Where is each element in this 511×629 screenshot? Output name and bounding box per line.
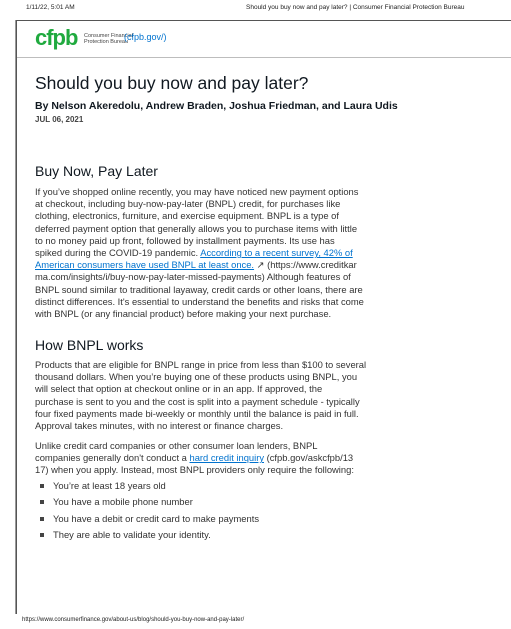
text-line: If you’ve shopped online recently, you m… <box>35 186 359 197</box>
print-timestamp: 1/11/22, 5:01 AM <box>26 4 75 11</box>
print-header: 1/11/22, 5:01 AM Should you buy now and … <box>0 0 511 12</box>
text-line: ma.com/insights/i/buy-now-pay-later-miss… <box>35 271 351 283</box>
survey-link-continued[interactable]: American consumers have used BNPL at lea… <box>35 259 254 270</box>
bullet-icon <box>40 500 44 505</box>
text-line: thousand dollars. When you’re buying one… <box>35 371 358 383</box>
text-line: 17) when you apply. Instead, most BNPL p… <box>35 464 354 476</box>
bullet-icon <box>40 484 44 488</box>
survey-link[interactable]: According to a recent survey, 42% of <box>200 247 353 258</box>
hard-credit-inquiry-link[interactable]: hard credit inquiry <box>190 452 265 463</box>
article-byline: By Nelson Akeredolu, Andrew Braden, Josh… <box>35 100 398 112</box>
external-link-icon: ↗ <box>256 259 265 271</box>
print-footer-url: https://www.consumerfinance.gov/about-us… <box>22 617 245 623</box>
text-line: BNPL sound similar to traditional layawa… <box>35 283 363 295</box>
text-line-part: companies generally don't conduct a <box>35 452 190 464</box>
list-item: You have a debit or credit card to make … <box>35 511 259 527</box>
text-line: deferred payment option that generally a… <box>35 222 358 234</box>
text-line: with BNPL (or any financial product) bef… <box>35 308 332 320</box>
text-line-part: spiked during the COVID-19 pandemic. <box>35 247 201 259</box>
text-line: four fixed payments made bi-weekly or mo… <box>35 407 359 419</box>
list-item: You have a mobile phone number <box>35 494 259 510</box>
text-line: Products that are eligible for BNPL rang… <box>35 359 367 370</box>
list-item: They are able to validate your identity. <box>35 527 259 543</box>
cfpb-logo[interactable]: cfpb <box>35 27 78 49</box>
text-line: distinct differences. It's essential to … <box>35 295 364 307</box>
text-line: purchase is sent to you and the cost is … <box>35 395 360 407</box>
page: cfpb Consumer Financial Protection Burea… <box>16 20 511 614</box>
list-item: You’re at least 18 years old <box>35 478 259 494</box>
text-line: at checkout, including buy-now-pay-later… <box>35 198 341 210</box>
section-heading-how-bnpl-works: How BNPL works <box>35 337 144 353</box>
bullet-icon <box>40 516 44 521</box>
requirements-list: You’re at least 18 years old You have a … <box>35 478 259 544</box>
org-url-link[interactable]: (cfpb.gov/) <box>124 32 167 42</box>
text-line: to no money paid up front, followed by i… <box>35 234 335 246</box>
article-title: Should you buy now and pay later? <box>35 73 309 93</box>
text-line: Approval takes minutes, with no interest… <box>35 420 284 432</box>
list-item-text: You’re at least 18 years old <box>53 480 166 491</box>
print-page-title: Should you buy now and pay later? | Cons… <box>246 4 465 11</box>
text-line: American consumers have used BNPL at lea… <box>35 259 511 271</box>
site-header: cfpb Consumer Financial Protection Burea… <box>17 21 511 58</box>
list-item-text: They are able to validate your identity. <box>53 529 211 541</box>
text-line: spiked during the COVID-19 pandemic. Acc… <box>35 247 511 259</box>
section2-paragraph1: Products that are eligible for BNPL rang… <box>35 359 511 432</box>
section-heading-buy-now: Buy Now, Pay Later <box>35 163 158 179</box>
text-line: Unlike credit card companies or other co… <box>35 440 318 451</box>
list-item-text: You have a debit or credit card to make … <box>53 512 260 524</box>
text-line: will select that option at checkout onli… <box>35 383 323 395</box>
list-item-text: You have a mobile phone number <box>53 496 193 508</box>
text-line: companies generally don't conduct a hard… <box>35 452 511 464</box>
text-line: clothing, electronics, furniture, and ex… <box>35 210 339 222</box>
section2-paragraph2: Unlike credit card companies or other co… <box>35 440 511 477</box>
org-name-line2: Protection Bureau <box>84 39 129 45</box>
article-date: JUL 06, 2021 <box>35 115 84 124</box>
text-line-part: (cfpb.gov/askcfpb/13 <box>264 452 354 464</box>
text-line-part: (https://www.creditkar <box>264 259 357 271</box>
section1-paragraph: If you’ve shopped online recently, you m… <box>35 186 511 320</box>
bullet-icon <box>40 533 44 538</box>
